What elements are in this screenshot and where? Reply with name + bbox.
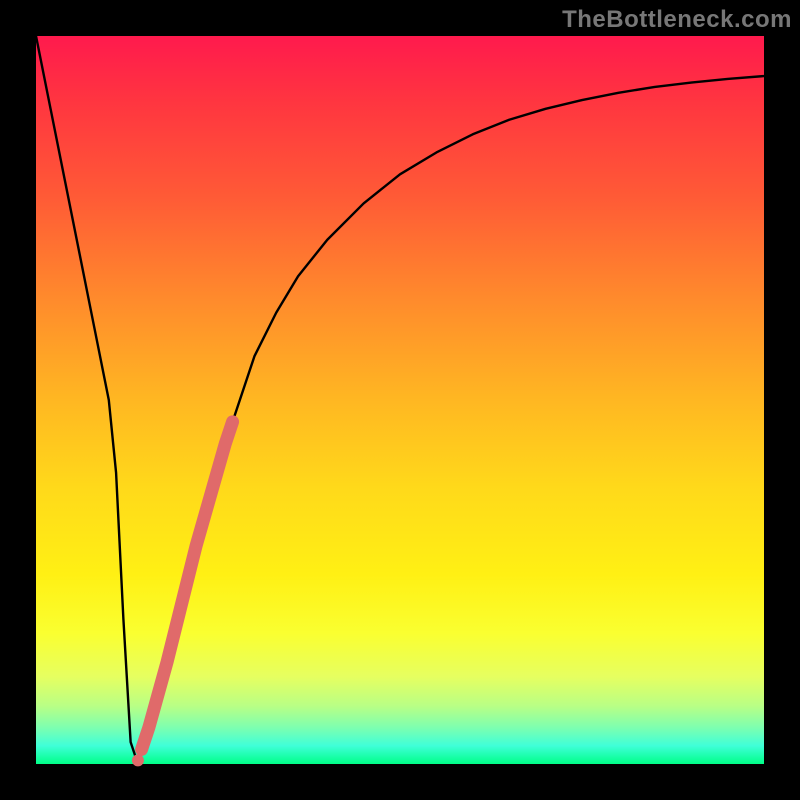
bottleneck-curve: [36, 36, 764, 764]
highlight-dot: [137, 740, 149, 752]
highlight-dots: [132, 718, 156, 766]
chart-frame: TheBottleneck.com: [0, 0, 800, 800]
highlight-dot: [132, 754, 144, 766]
highlight-segment: [142, 422, 233, 750]
chart-svg: [36, 36, 764, 764]
plot-area: [36, 36, 764, 764]
highlight-dot: [144, 718, 156, 730]
watermark-text: TheBottleneck.com: [562, 6, 792, 34]
